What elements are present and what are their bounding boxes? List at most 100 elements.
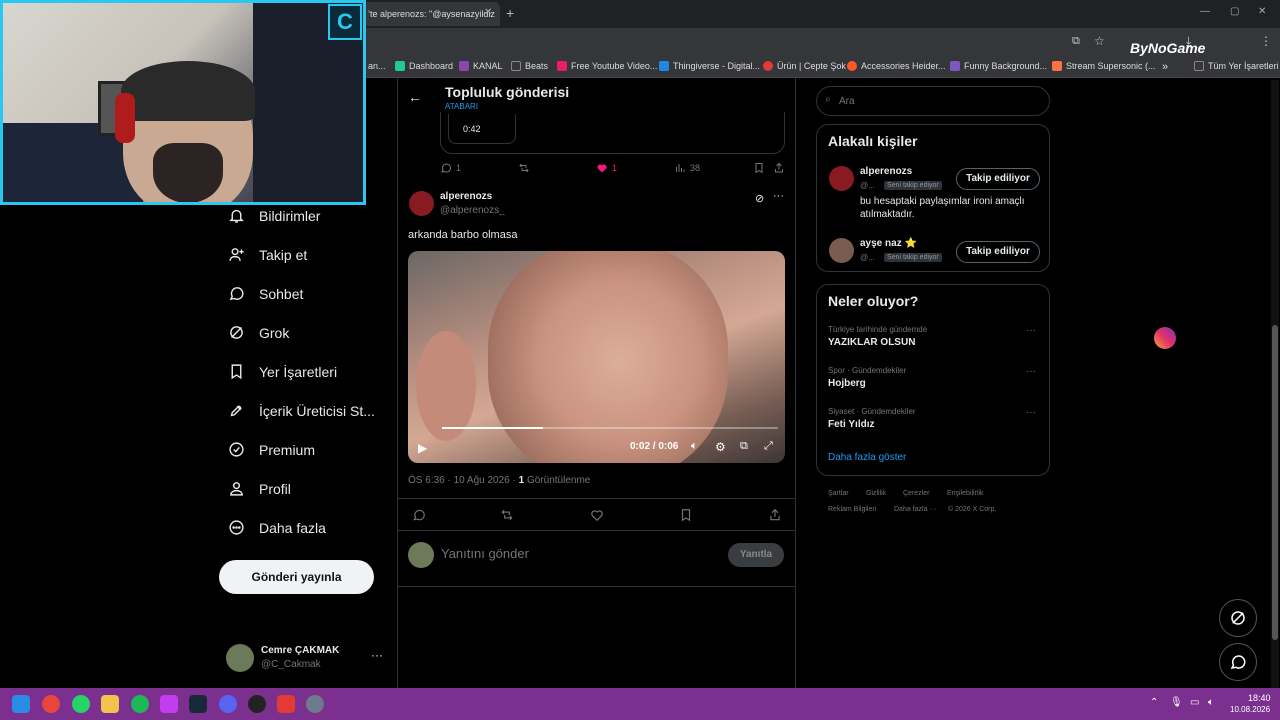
nav-more[interactable]: Daha fazla bbox=[228, 519, 326, 536]
star-icon[interactable]: ☆ bbox=[1094, 34, 1105, 48]
nav-follow[interactable]: Takip et bbox=[228, 246, 307, 263]
messages-fab[interactable] bbox=[1219, 643, 1257, 681]
trend-more-icon[interactable]: ··· bbox=[1026, 366, 1036, 377]
post-more-icon[interactable]: ··· bbox=[773, 190, 784, 202]
avatar[interactable] bbox=[829, 166, 854, 191]
bookmark-item[interactable]: Funny Background... bbox=[950, 61, 1047, 71]
scrollbar-thumb[interactable] bbox=[1272, 325, 1278, 640]
all-bookmarks[interactable]: Tüm Yer İşaretleri bbox=[1194, 61, 1279, 71]
following-button[interactable]: Takip ediliyor bbox=[956, 168, 1040, 190]
menu-icon[interactable]: ⋮ bbox=[1260, 34, 1272, 48]
nav-creator-studio[interactable]: İçerik Üreticisi St... bbox=[228, 402, 375, 419]
bookmark-item[interactable]: Ürün | Cepte Şok bbox=[763, 61, 846, 71]
chrome-icon[interactable] bbox=[42, 695, 60, 713]
author-handle[interactable]: @alperenozs_ bbox=[440, 205, 505, 216]
following-button[interactable]: Takip ediliyor bbox=[956, 241, 1040, 263]
bookmark-action[interactable] bbox=[753, 162, 765, 174]
trend-more-icon[interactable]: ··· bbox=[1026, 325, 1036, 336]
reply-input[interactable]: Yanıtını gönder bbox=[441, 546, 529, 561]
author-name[interactable]: alperenozs bbox=[440, 191, 492, 202]
nav-notifications[interactable]: Bildirimler bbox=[228, 207, 320, 224]
avatar[interactable] bbox=[829, 238, 854, 263]
bookmark-item[interactable]: Accessories Heider... bbox=[847, 61, 946, 71]
bookmark-item[interactable]: Stream Supersonic (... bbox=[1052, 61, 1156, 71]
trend-name[interactable]: Feti Yıldız bbox=[828, 419, 875, 430]
page-subtitle[interactable]: ATABARI bbox=[445, 102, 478, 111]
reply-action[interactable]: 1 bbox=[440, 162, 461, 174]
footer-link[interactable]: Daha fazla ··· bbox=[894, 506, 936, 513]
author-avatar[interactable] bbox=[409, 191, 434, 216]
bookmark-action[interactable] bbox=[679, 508, 693, 522]
discord-icon[interactable] bbox=[219, 695, 237, 713]
app-icon[interactable] bbox=[160, 695, 178, 713]
speaker-icon[interactable]: 🔈︎ bbox=[1208, 697, 1214, 708]
footer-link[interactable]: Şartlar bbox=[828, 490, 849, 497]
settings-app-icon[interactable] bbox=[306, 695, 324, 713]
chevron-up-icon[interactable]: ⌃ bbox=[1150, 697, 1158, 708]
share-action[interactable] bbox=[773, 162, 785, 174]
tab-close-icon[interactable]: ✕ bbox=[484, 7, 492, 18]
post-button[interactable]: Gönderi yayınla bbox=[219, 560, 374, 594]
bookmarks-overflow[interactable]: » bbox=[1162, 61, 1168, 73]
minimize-icon[interactable]: — bbox=[1200, 6, 1210, 17]
footer-link[interactable]: Erişilebilirlik bbox=[947, 490, 984, 497]
reply-button[interactable]: Yanıtla bbox=[728, 543, 784, 567]
account-switcher[interactable]: Cemre ÇAKMAK @C_Cakmak ··· bbox=[226, 644, 386, 674]
windows-start-icon[interactable] bbox=[12, 695, 30, 713]
show-more-link[interactable]: Daha fazla göster bbox=[828, 452, 906, 463]
repost-action[interactable] bbox=[518, 162, 530, 174]
back-arrow-icon[interactable]: ← bbox=[408, 89, 422, 105]
search-input[interactable]: ⌕ Ara bbox=[816, 86, 1050, 116]
like-action[interactable]: 1 bbox=[596, 162, 617, 174]
bookmark-item[interactable]: Free Youtube Video... bbox=[557, 61, 657, 71]
maximize-icon[interactable]: ▢ bbox=[1230, 6, 1239, 17]
views-action[interactable]: 38 bbox=[674, 162, 700, 174]
volume-icon[interactable]: 🔈︎ bbox=[691, 440, 698, 453]
repost-action[interactable] bbox=[500, 508, 514, 522]
nav-profile[interactable]: Profil bbox=[228, 480, 291, 497]
nav-premium[interactable]: Premium bbox=[228, 441, 315, 458]
pip-icon[interactable]: ⧉ bbox=[740, 440, 748, 453]
display-icon[interactable]: ▭ bbox=[1190, 697, 1199, 708]
obs-icon[interactable] bbox=[248, 695, 266, 713]
footer-link[interactable]: Reklam Bilgileri bbox=[828, 506, 876, 513]
grok-fab[interactable] bbox=[1219, 599, 1257, 637]
person-name[interactable]: alperenozs bbox=[860, 166, 912, 177]
clock-time[interactable]: 18:40 bbox=[1248, 693, 1271, 703]
video-player[interactable] bbox=[408, 251, 785, 463]
share-action[interactable] bbox=[768, 508, 782, 522]
grok-explain-icon[interactable]: ⊘ bbox=[755, 192, 764, 205]
play-icon[interactable]: ▶ bbox=[418, 441, 427, 455]
fullscreen-icon[interactable]: ⤢ bbox=[764, 440, 773, 453]
trend-name[interactable]: YAZIKLAR OLSUN bbox=[828, 337, 915, 348]
settings-icon[interactable]: ⚙ bbox=[715, 440, 726, 454]
footer-link[interactable]: Gizlilik bbox=[866, 490, 886, 497]
new-tab-icon[interactable]: + bbox=[506, 5, 514, 21]
bookmark-item[interactable]: Beats bbox=[511, 61, 548, 71]
close-window-icon[interactable]: ✕ bbox=[1258, 6, 1266, 17]
file-explorer-icon[interactable] bbox=[101, 695, 119, 713]
microphone-icon[interactable]: 🎙︎ bbox=[1170, 697, 1183, 708]
browser-tab[interactable]: ’te alperenozs: "@aysenazyildiz bbox=[360, 2, 500, 26]
bookmark-item[interactable]: KANAL bbox=[459, 61, 503, 71]
like-action[interactable] bbox=[590, 508, 604, 522]
heart-filled-icon bbox=[597, 164, 607, 173]
reply-action[interactable] bbox=[412, 508, 426, 522]
install-icon[interactable]: ⧉ bbox=[1072, 35, 1080, 48]
person-name[interactable]: ayşe naz ⭐ bbox=[860, 238, 917, 249]
trend-more-icon[interactable]: ··· bbox=[1026, 407, 1036, 418]
trend-name[interactable]: Hojberg bbox=[828, 378, 866, 389]
bookmark-item[interactable]: Dashboard bbox=[395, 61, 453, 71]
app-icon[interactable] bbox=[277, 695, 295, 713]
nav-chat[interactable]: Sohbet bbox=[228, 285, 303, 302]
bookmark-item[interactable]: an... bbox=[368, 61, 386, 71]
nav-grok[interactable]: Grok bbox=[228, 324, 289, 341]
nav-bookmarks[interactable]: Yer İşaretleri bbox=[228, 363, 337, 380]
bookmark-item[interactable]: Thingiverse - Digital... bbox=[659, 61, 760, 71]
steam-icon[interactable] bbox=[189, 695, 207, 713]
spotify-icon[interactable] bbox=[131, 695, 149, 713]
clock-date[interactable]: 10.08.2026 bbox=[1230, 705, 1270, 714]
footer-link[interactable]: Çerezler bbox=[903, 490, 929, 497]
whatsapp-icon[interactable] bbox=[72, 695, 90, 713]
more-dots-icon[interactable]: ··· bbox=[371, 648, 383, 662]
